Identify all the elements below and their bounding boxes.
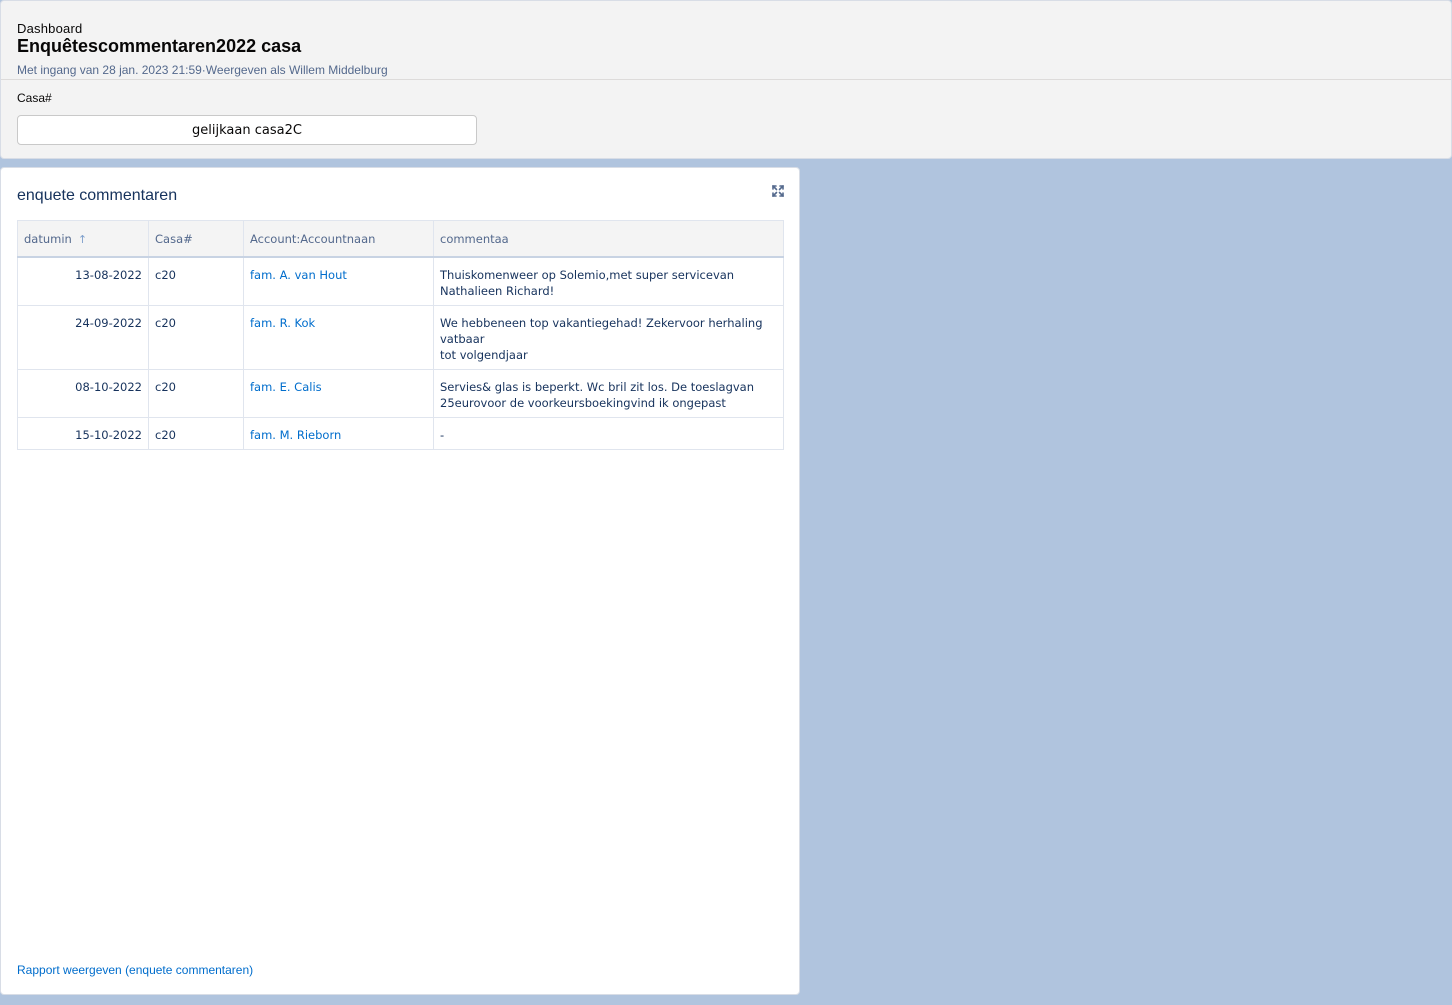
table-row: 24-09-2022 c20 fam. R. Kok We hebbeneen … — [17, 305, 784, 370]
account-link[interactable]: fam. M. Rieborn — [250, 428, 341, 442]
report-panel: enquete commentaren datumin ↑ Casa# Accou… — [0, 167, 800, 995]
cell-casa: c20 — [148, 256, 244, 306]
column-header-account[interactable]: Account:Accountnaan — [243, 220, 434, 258]
cell-comment: - — [433, 417, 784, 450]
expand-icon[interactable] — [771, 184, 785, 198]
cell-casa: c20 — [148, 417, 244, 450]
header-divider — [1, 79, 1451, 80]
table-row: 08-10-2022 c20 fam. E. Calis Servies& gl… — [17, 369, 784, 418]
view-report-link[interactable]: Rapport weergeven (enquete commentaren) — [17, 963, 253, 977]
column-header-commentaar[interactable]: commentaa — [433, 220, 784, 258]
report-table: datumin ↑ Casa# Account:Accountnaan comme… — [17, 220, 784, 450]
cell-date: 24-09-2022 — [17, 305, 149, 370]
dashboard-meta: Met ingang van 28 jan. 2023 21:59·Weerge… — [17, 63, 388, 77]
cell-comment: Servies& glas is beperkt. Wc bril zit lo… — [433, 369, 784, 418]
account-link[interactable]: fam. A. van Hout — [250, 268, 347, 282]
cell-casa: c20 — [148, 305, 244, 370]
cell-date: 15-10-2022 — [17, 417, 149, 450]
column-header-casa[interactable]: Casa# — [148, 220, 244, 258]
cell-date: 13-08-2022 — [17, 256, 149, 306]
sort-ascending-icon: ↑ — [77, 232, 88, 246]
filter-label: Casa# — [17, 91, 52, 105]
panel-title: enquete commentaren — [17, 187, 178, 204]
dashboard-header: Dashboard Enquêtescommentaren2022 casa M… — [0, 0, 1452, 159]
cell-comment: Thuiskomenweer op Solemio,met super serv… — [433, 256, 784, 306]
table-row: 13-08-2022 c20 fam. A. van Hout Thuiskom… — [17, 256, 784, 306]
cell-date: 08-10-2022 — [17, 369, 149, 418]
cell-comment: We hebbeneen top vakantiegehad! Zekervoo… — [433, 305, 784, 370]
cell-casa: c20 — [148, 369, 244, 418]
account-link[interactable]: fam. R. Kok — [250, 316, 315, 330]
casa-filter-input[interactable]: gelijkaan casa2C — [17, 115, 477, 145]
table-header-row: datumin ↑ Casa# Account:Accountnaan comme… — [17, 220, 784, 258]
breadcrumb: Dashboard — [17, 21, 83, 36]
filter-value: gelijkaan casa2C — [192, 122, 302, 138]
column-header-datumin[interactable]: datumin ↑ — [17, 220, 149, 258]
page-title: Enquêtescommentaren2022 casa — [17, 36, 302, 56]
table-row: 15-10-2022 c20 fam. M. Rieborn - — [17, 417, 784, 450]
account-link[interactable]: fam. E. Calis — [250, 380, 322, 394]
